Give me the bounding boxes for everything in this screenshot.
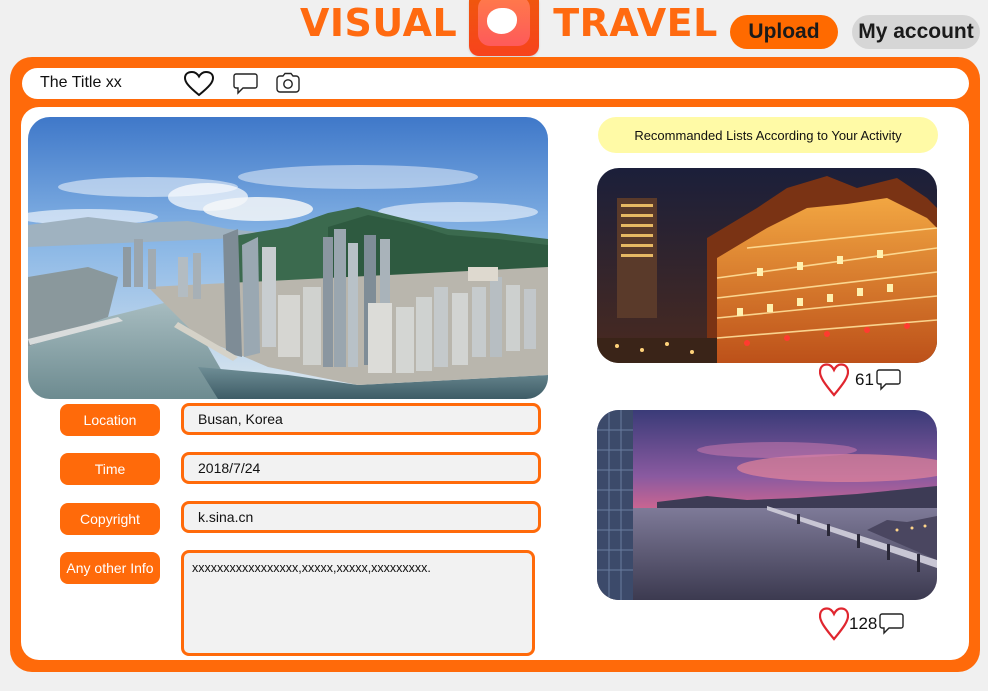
time-field[interactable]: 2018/7/24 bbox=[181, 452, 541, 484]
comment-icon[interactable] bbox=[233, 73, 259, 95]
other-info-field[interactable]: xxxxxxxxxxxxxxxxx,xxxxx,xxxxx,xxxxxxxxx. bbox=[181, 550, 535, 656]
recommended-heading: Recommanded Lists According to Your Acti… bbox=[598, 117, 938, 153]
like-heart-icon[interactable] bbox=[819, 363, 849, 397]
post-title-bar: The Title xx bbox=[22, 68, 969, 99]
camera-icon[interactable] bbox=[276, 72, 300, 94]
copyright-field[interactable]: k.sina.cn bbox=[181, 501, 541, 533]
app-logo-icon bbox=[469, 0, 540, 56]
location-field[interactable]: Busan, Korea bbox=[181, 403, 541, 435]
recommended-photo-1[interactable] bbox=[597, 168, 937, 363]
post-content-panel: Location Busan, Korea Time 2018/7/24 Cop… bbox=[21, 107, 969, 660]
like-count: 61 bbox=[855, 370, 874, 389]
brand-word-travel: TRAVEL bbox=[553, 1, 718, 45]
copyright-label: Copyright bbox=[60, 503, 160, 535]
heart-icon[interactable] bbox=[184, 71, 214, 97]
comment-icon[interactable] bbox=[876, 369, 902, 391]
upload-button[interactable]: Upload bbox=[730, 15, 838, 49]
post-title: The Title xx bbox=[40, 74, 122, 91]
time-label: Time bbox=[60, 453, 160, 485]
comment-icon[interactable] bbox=[879, 613, 905, 635]
brand-word-visual: VISUAL bbox=[300, 1, 458, 45]
my-account-button[interactable]: My account bbox=[852, 15, 980, 49]
post-frame: The Title xx Location Busan, Korea Time … bbox=[10, 57, 980, 672]
location-label: Location bbox=[60, 404, 160, 436]
recommended-1-stats: 61 bbox=[819, 363, 902, 397]
like-heart-icon[interactable] bbox=[819, 607, 849, 641]
recommended-photo-2[interactable] bbox=[597, 410, 937, 600]
recommended-2-stats: 128 bbox=[819, 607, 905, 641]
other-info-label: Any other Info bbox=[60, 552, 160, 584]
like-count: 128 bbox=[849, 614, 878, 633]
brand-logo: VISUAL TRAVEL bbox=[300, 0, 718, 56]
main-photo[interactable] bbox=[28, 117, 548, 399]
